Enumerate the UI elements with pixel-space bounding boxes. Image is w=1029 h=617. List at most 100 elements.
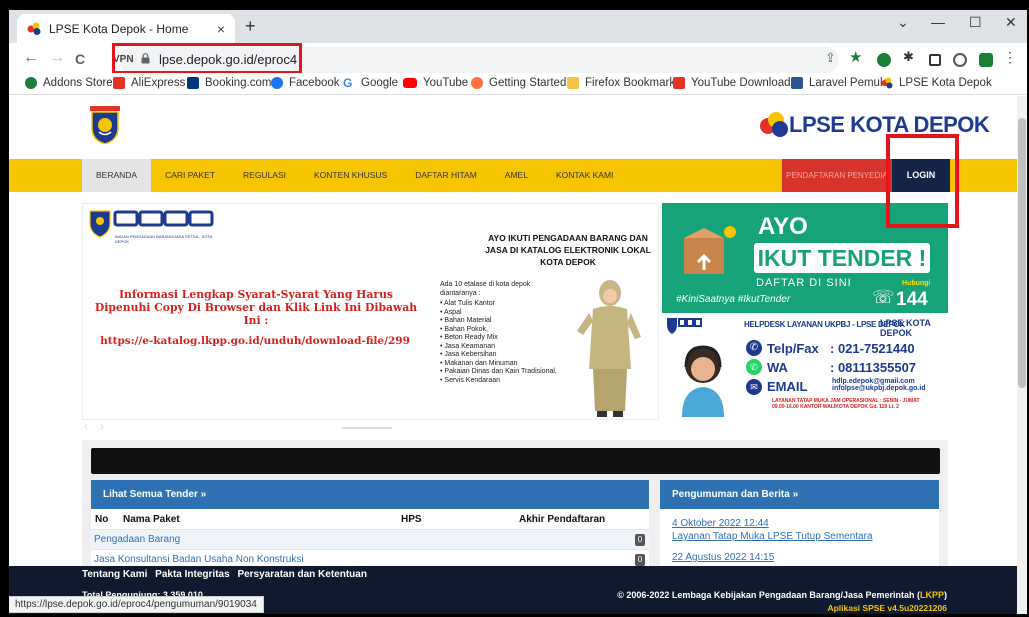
list-item: Servis Kendaraan [440,377,568,386]
extensions-puzzle-icon[interactable]: ✱ [903,49,917,64]
slider-next-icon[interactable]: › [100,419,104,433]
email-value-2: infolpse@ukpbj.depok.go.id [832,385,926,392]
telp-label: Telp/Fax [767,341,819,356]
news-date[interactable]: 4 Oktober 2022 12:44 [660,518,939,529]
count-badge: 0 [635,534,645,546]
table-row[interactable]: Pengadaan Barang 0 [91,529,649,549]
footer-link-pakta[interactable]: Pakta Integritas [155,569,229,580]
phone-icon: ☏ [872,287,895,307]
bookmark-youtube-download[interactable]: YouTube Download... [673,77,800,89]
row-label[interactable]: Pengadaan Barang [94,534,180,545]
news-date[interactable]: 22 Agustus 2022 14:15 [660,552,939,563]
bookmark-laravel-pemula[interactable]: Laravel Pemula [791,77,889,89]
email-values: hdlp.edepok@gmail.com infolpse@ukpbj.dep… [832,378,926,392]
maximize-button[interactable]: ☐ [969,14,982,31]
register-provider-button[interactable]: PENDAFTARAN PENYEDIA [782,159,892,192]
daftar-text: DAFTAR DI SINI [756,277,852,289]
telp-value: : 021-7521440 [830,341,915,356]
copyright-text: © 2006-2022 Lembaga Kebijakan Pengadaan … [617,590,947,600]
menu-regulasi[interactable]: REGULASI [229,159,300,192]
scrollbar-thumb[interactable] [1018,118,1026,388]
menu-dots-icon[interactable]: ⋮ [1003,49,1017,65]
slider-indicator[interactable] [342,427,392,429]
tender-columns: No Nama Paket HPS Akhir Pendaftaran [91,509,649,529]
web-page: LPSE KOTA DEPOK BERANDA CARI PAKET REGUL… [9,96,1017,614]
site-header: LPSE KOTA DEPOK [9,96,1017,159]
aliexpress-icon [113,77,125,89]
tab-close-icon[interactable]: × [217,21,225,37]
helpdesk-banner[interactable]: HELPDESK LAYANAN UKPBJ - LPSE DEPOK LPSE… [662,313,948,420]
bookmark-facebook[interactable]: Facebook [271,77,340,89]
folder-icon [567,77,579,89]
list-item: Alat Tulis Kantor [440,300,568,309]
kota-depok-emblem-icon[interactable] [90,106,120,144]
tender-header-link[interactable]: Lihat Semua Tender » [91,480,649,509]
email-label: EMAIL [767,379,808,394]
bookmark-firefox-bookmarks[interactable]: Firefox Bookmarks [567,77,681,89]
list-item: Aspal [440,309,568,318]
bookmark-getting-started[interactable]: Getting Started [471,77,566,89]
row-label[interactable]: Jasa Konsultansi Badan Usaha Non Konstru… [94,554,304,565]
lkpp-link[interactable]: LKPP [920,590,944,600]
count-badge: 0 [635,554,645,566]
profile-icon[interactable] [953,53,967,67]
list-item: Beton Ready Mix [440,334,568,343]
bookmark-label: YouTube [423,77,469,89]
booking-icon [187,77,199,89]
back-button[interactable]: ← [23,49,39,67]
browser-window: LPSE Kota Depok - Home × + ⌄ — ☐ ✕ ← → C… [9,10,1027,614]
col-no: No [95,513,109,525]
menu-kontak-kami[interactable]: KONTAK KAMI [542,159,627,192]
wa-label: WA [767,360,788,375]
katalog-banner[interactable]: BADAN PENGADAAN BARANG/JASA SETDA - KOTA… [82,203,659,420]
bookmark-booking[interactable]: Booking.com [187,77,271,89]
close-window-button[interactable]: ✕ [1005,14,1017,31]
bookmark-youtube[interactable]: YouTube [403,77,468,89]
bookmark-google[interactable]: G Google [343,77,398,89]
url-highlight-box [112,43,302,74]
reload-button[interactable]: C [75,51,85,67]
helpdesk-lpse-text: LPSE KOTA DEPOK [880,318,931,338]
forward-button[interactable]: → [49,49,65,67]
menu-beranda[interactable]: BERANDA [82,159,152,192]
tab-search-dropdown-icon[interactable]: ⌄ [897,14,909,31]
copyright-end: ) [944,590,947,600]
bookmark-label: Booking.com [205,77,272,89]
news-title[interactable]: Layanan Tatap Muka LPSE Tutup Sementara [660,531,939,542]
youtube-icon [403,78,417,88]
bpbu-subtitle: BADAN PENGADAAN BARANG/JASA SETDA - KOTA… [115,234,213,244]
katalog-download-link[interactable]: https://e-katalog.lkpp.go.id/unduh/downl… [85,335,425,347]
slider-prev-icon[interactable]: ‹ [84,419,88,433]
new-tab-button[interactable]: + [245,16,256,37]
bookmark-aliexpress[interactable]: AliExpress [113,77,185,89]
menu-cari-paket[interactable]: CARI PAKET [151,159,229,192]
list-item: Jasa Kebersihan [440,351,568,360]
bookmark-label: AliExpress [131,77,186,89]
menu-amel[interactable]: AMEL [491,159,542,192]
bookmark-addons-store[interactable]: Addons Store [25,77,113,89]
login-highlight-box [886,134,959,228]
menu-daftar-hitam[interactable]: DAFTAR HITAM [401,159,491,192]
footer-link-tentang[interactable]: Tentang Kami [82,569,147,580]
bookmark-label: Getting Started [489,77,567,89]
email-icon: ✉ [746,379,762,395]
bookmark-label: LPSE Kota Depok [899,77,992,89]
shield-extension-icon[interactable] [979,53,993,67]
whatsapp-icon: ✆ [746,359,762,375]
bookmark-lpse-kota-depok[interactable]: LPSE Kota Depok [881,77,992,89]
footer-link-persyaratan[interactable]: Persyaratan dan Ketentuan [237,569,367,580]
tab-title: LPSE Kota Depok - Home [49,21,189,36]
sidebar-icon[interactable] [929,54,941,66]
minimize-button[interactable]: — [931,14,945,30]
share-icon[interactable]: ⇪ [825,50,839,65]
list-item: Bahan Material [440,317,568,326]
tab-strip: LPSE Kota Depok - Home × + ⌄ — ☐ ✕ [9,10,1027,43]
extension-p-icon[interactable] [877,53,891,67]
news-header-link[interactable]: Pengumuman dan Berita » [660,480,939,509]
list-item: Jasa Keamanan [440,343,568,352]
tab-lpse[interactable]: LPSE Kota Depok - Home × [17,14,235,43]
lpse-favicon-icon [27,22,41,36]
bookmark-star-icon[interactable]: ★ [849,48,863,66]
hashtag-text: #KiniSaatnya #IkutTender [676,294,791,305]
menu-konten-khusus[interactable]: KONTEN KHUSUS [300,159,401,192]
